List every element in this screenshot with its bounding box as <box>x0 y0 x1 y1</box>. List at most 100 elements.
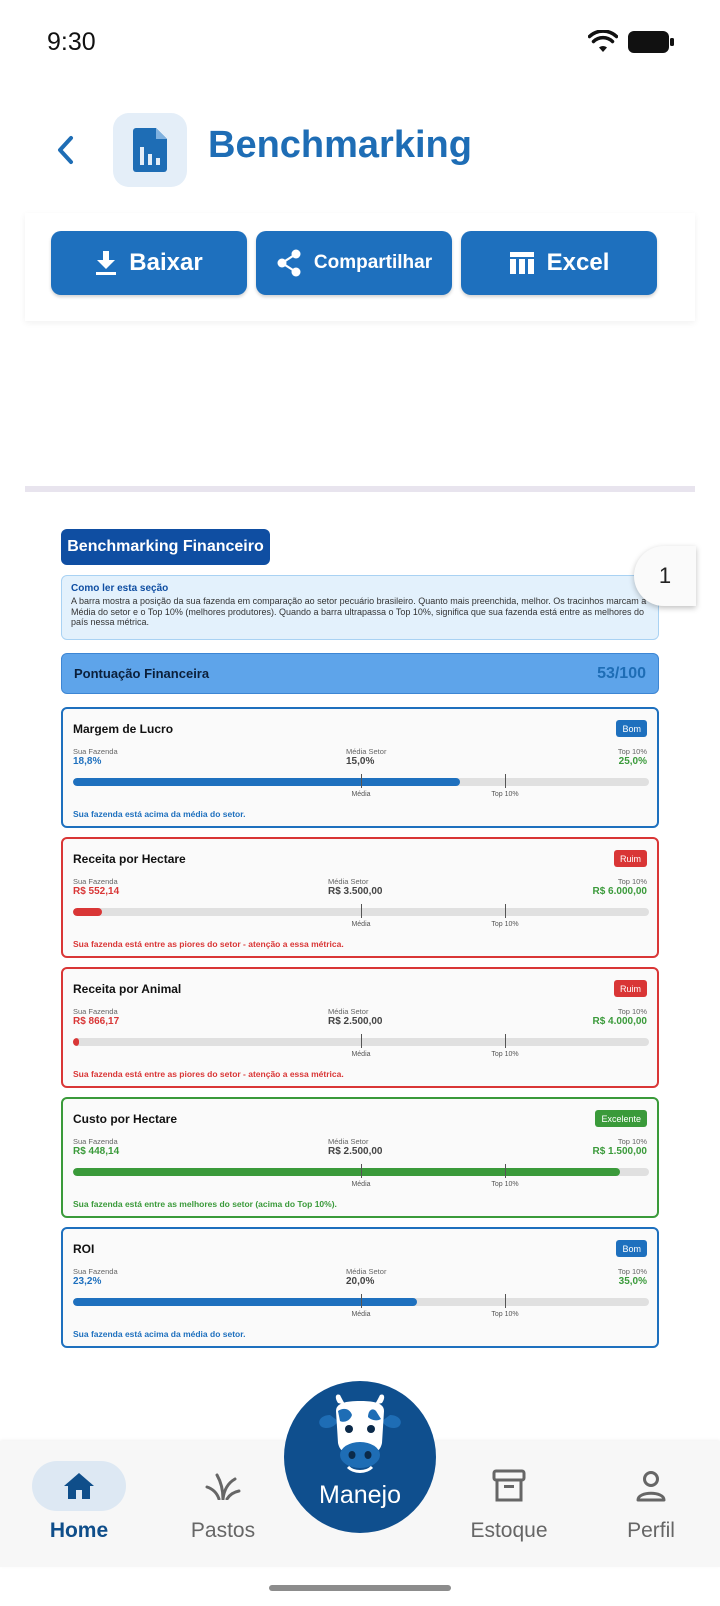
sector-avg-value: R$ 2.500,00 <box>328 1016 383 1027</box>
info-title: Como ler esta seção <box>71 583 169 594</box>
metric-name: Receita por Hectare <box>73 852 186 866</box>
farm-value: 18,8% <box>73 756 102 767</box>
farm-caption: Sua Fazenda <box>73 1267 118 1276</box>
nav-pastos-label: Pastos <box>190 1519 256 1542</box>
avg-tick <box>361 1164 362 1178</box>
top10-value: R$ 4.000,00 <box>592 1016 648 1027</box>
nav-estoque[interactable]: Estoque <box>462 1441 556 1567</box>
metric-badge: Ruim <box>613 850 647 867</box>
farm-value: R$ 448,14 <box>73 1146 120 1157</box>
metric-card: Margem de Lucro Bom Sua Fazenda 18,8% Mé… <box>61 707 659 828</box>
nav-perfil[interactable]: Perfil <box>604 1441 698 1567</box>
nav-home[interactable]: Home <box>32 1441 126 1567</box>
farm-caption: Sua Fazenda <box>73 1137 118 1146</box>
progress-fill <box>73 1038 79 1046</box>
share-label: Compartilhar <box>313 252 433 273</box>
sector-avg-caption: Média Setor <box>328 877 369 886</box>
wifi-icon <box>588 30 618 52</box>
sector-avg-value: 15,0% <box>346 756 375 767</box>
table-icon <box>509 252 534 274</box>
score-label: Pontuação Financeira <box>74 666 210 681</box>
progress-fill <box>73 1298 417 1306</box>
person-icon <box>636 1471 666 1502</box>
metric-message: Sua fazenda está entre as piores do seto… <box>73 939 344 949</box>
top10-tick-label: Top 10% <box>491 1311 519 1318</box>
sector-avg-caption: Média Setor <box>346 1267 387 1276</box>
metric-card: ROI Bom Sua Fazenda 23,2% Média Setor 20… <box>61 1227 659 1348</box>
avg-tick-label: Média <box>351 1181 371 1188</box>
farm-caption: Sua Fazenda <box>73 747 118 756</box>
manejo-button[interactable]: Manejo <box>284 1381 436 1533</box>
header: Benchmarking <box>0 110 720 190</box>
avg-tick-label: Média <box>351 1051 371 1058</box>
farm-value: R$ 552,14 <box>73 886 120 897</box>
metric-name: Margem de Lucro <box>73 722 174 736</box>
report-icon <box>133 128 167 172</box>
top10-tick <box>505 1034 506 1048</box>
sector-avg-caption: Média Setor <box>346 747 387 756</box>
nav-home-pill <box>32 1461 126 1511</box>
metric-message: Sua fazenda está entre as piores do seto… <box>73 1069 344 1079</box>
avg-tick <box>361 1034 362 1048</box>
top10-value: 35,0% <box>618 1276 647 1287</box>
progress-fill <box>73 1168 621 1176</box>
top10-tick-label: Top 10% <box>491 1181 519 1188</box>
share-button[interactable]: Compartilhar <box>256 231 452 295</box>
metric-name: ROI <box>73 1242 95 1256</box>
info-text: A barra mostra a posição da sua fazenda … <box>71 596 647 627</box>
status-time: 9:30 <box>47 28 96 56</box>
status-icons <box>588 30 674 54</box>
avg-tick <box>361 1294 362 1308</box>
page-title: Benchmarking <box>208 124 472 166</box>
avg-tick <box>361 904 362 918</box>
top10-tick <box>505 904 506 918</box>
metric-badge: Bom <box>616 720 647 737</box>
sector-avg-value: 20,0% <box>346 1276 375 1287</box>
excel-button[interactable]: Excel <box>461 231 657 295</box>
nav-estoque-label: Estoque <box>470 1519 548 1542</box>
nav-perfil-label: Perfil <box>627 1519 675 1542</box>
nav-pastos-pill <box>176 1461 270 1511</box>
top10-value: R$ 6.000,00 <box>592 886 648 897</box>
page-number-indicator[interactable]: 1 <box>634 546 696 606</box>
score-value: 53/100 <box>597 664 646 682</box>
download-label: Baixar <box>129 249 203 276</box>
farm-value: 23,2% <box>73 1276 102 1287</box>
metric-badge: Ruim <box>613 980 647 997</box>
status-bar: 9:30 <box>0 0 720 86</box>
metric-card: Receita por Hectare Ruim Sua Fazenda R$ … <box>61 837 659 958</box>
top10-caption: Top 10% <box>617 877 647 886</box>
farm-caption: Sua Fazenda <box>73 1007 118 1016</box>
top10-caption: Top 10% <box>617 1267 647 1276</box>
report-icon-container <box>113 113 187 187</box>
sector-avg-caption: Média Setor <box>328 1137 369 1146</box>
top10-caption: Top 10% <box>617 1007 647 1016</box>
avg-tick-label: Média <box>351 1311 371 1318</box>
metric-card: Receita por Animal Ruim Sua Fazenda R$ 8… <box>61 967 659 1088</box>
home-icon <box>64 1473 94 1499</box>
top10-tick <box>505 1294 506 1308</box>
top10-tick-label: Top 10% <box>491 921 519 928</box>
metric-badge: Excelente <box>595 1110 647 1127</box>
cow-icon <box>319 1394 401 1473</box>
metric-name: Custo por Hectare <box>73 1112 178 1126</box>
nav-home-label: Home <box>49 1519 109 1542</box>
financial-score: Pontuação Financeira 53/100 <box>61 653 659 694</box>
top10-value: R$ 1.500,00 <box>592 1146 648 1157</box>
excel-label: Excel <box>546 249 610 276</box>
info-box: Como ler esta seção A barra mostra a pos… <box>61 575 659 640</box>
top10-tick-label: Top 10% <box>491 1051 519 1058</box>
section-title: Benchmarking Financeiro <box>61 529 270 565</box>
battery-icon <box>628 31 674 53</box>
avg-tick <box>361 774 362 788</box>
avg-tick-label: Média <box>351 921 371 928</box>
metric-card: Custo por Hectare Excelente Sua Fazenda … <box>61 1097 659 1218</box>
download-button[interactable]: Baixar <box>51 231 247 295</box>
sector-avg-value: R$ 2.500,00 <box>328 1146 383 1157</box>
top10-tick-label: Top 10% <box>491 791 519 798</box>
home-indicator <box>269 1585 451 1591</box>
top10-tick <box>505 774 506 788</box>
metric-message: Sua fazenda está acima da média do setor… <box>73 1329 246 1339</box>
back-button[interactable] <box>50 130 86 170</box>
nav-pastos[interactable]: Pastos <box>176 1441 270 1567</box>
